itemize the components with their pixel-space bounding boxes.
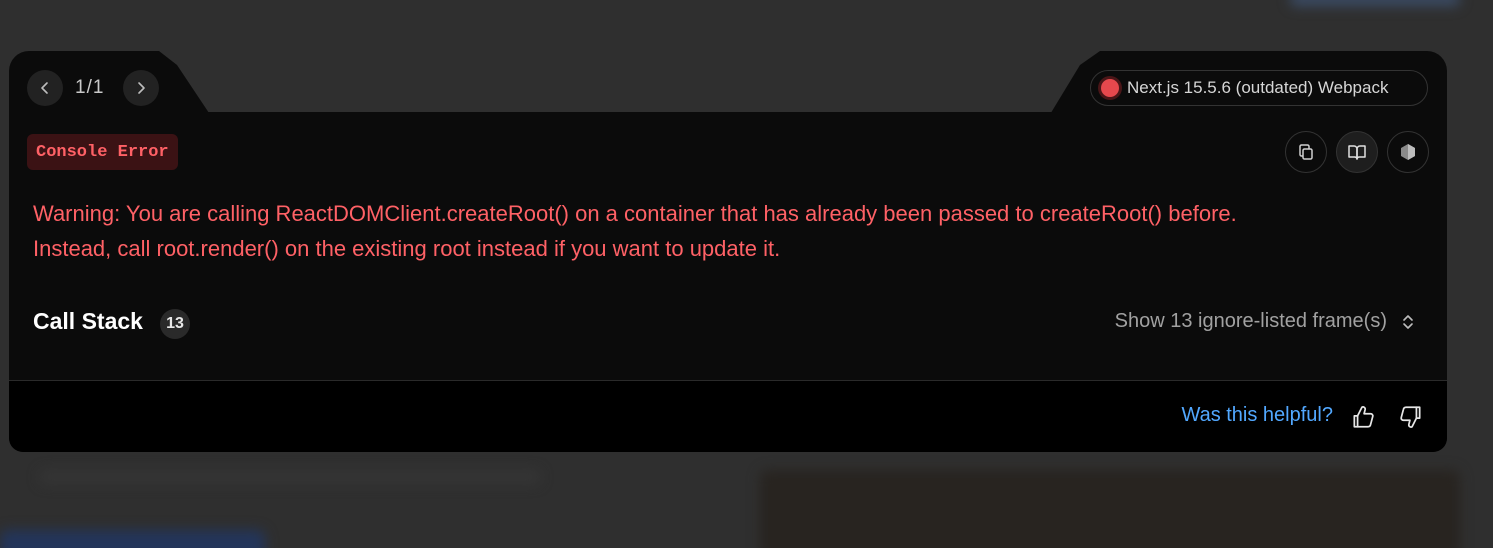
background-blur	[1290, 0, 1460, 6]
previous-error-button[interactable]	[27, 70, 63, 106]
chevron-up-down-icon	[1403, 314, 1413, 329]
nextjs-version-indicator[interactable]: Next.js 15.5.6 (outdated) Webpack	[1090, 70, 1428, 106]
copy-icon	[1299, 144, 1313, 160]
error-type-badge: Console Error	[27, 134, 178, 170]
next-error-button[interactable]	[123, 70, 159, 106]
error-pager: 1/1	[75, 77, 105, 98]
chevron-left-icon	[41, 82, 48, 94]
docs-button[interactable]	[1336, 131, 1378, 173]
background-blur	[0, 530, 265, 548]
thumbs-down-icon[interactable]	[1398, 404, 1424, 430]
background-blur	[40, 470, 540, 484]
error-message: Warning: You are calling ReactDOMClient.…	[33, 196, 1423, 266]
background-blur	[760, 470, 1460, 548]
show-ignored-frames-label: Show 13 ignore-listed frame(s)	[1114, 310, 1387, 332]
thumbs-up-icon[interactable]	[1350, 404, 1376, 430]
node-inspector-button[interactable]	[1387, 131, 1429, 173]
version-label: Next.js 15.5.6 (outdated) Webpack	[1127, 78, 1389, 97]
chevron-right-icon	[138, 82, 145, 94]
copy-error-button[interactable]	[1285, 131, 1327, 173]
show-ignored-frames-button[interactable]: Show 13 ignore-listed frame(s)	[1115, 310, 1417, 333]
docs-book-icon	[1348, 145, 1366, 160]
call-stack-title: Call Stack	[33, 308, 143, 334]
nodejs-hexagon-icon	[1401, 144, 1415, 160]
feedback-prompt: Was this helpful?	[1181, 404, 1333, 426]
error-message-line: Instead, call root.render() on the exist…	[33, 236, 781, 261]
call-stack-count-badge: 13	[160, 309, 190, 339]
error-message-line: Warning: You are calling ReactDOMClient.…	[33, 201, 1237, 226]
status-dot-icon	[1101, 79, 1119, 97]
error-overlay-panel	[9, 112, 1447, 452]
